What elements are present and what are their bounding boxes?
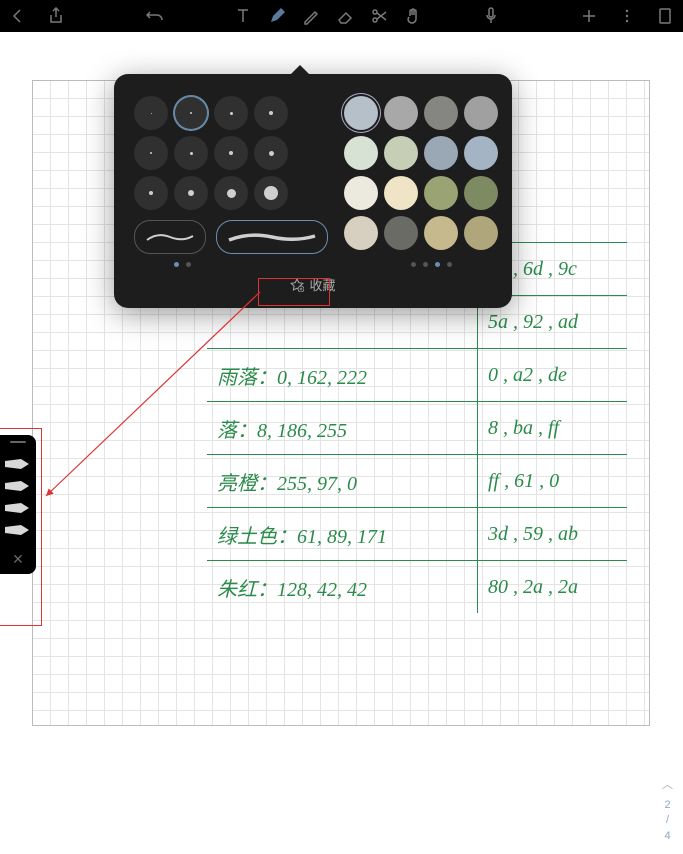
favorite-pen-slot[interactable] [5,497,31,519]
page-current: 2 [662,798,673,813]
table-row: 雨落：0, 162, 2220 , a2 , de [207,349,627,402]
page-dot[interactable] [174,262,179,267]
undo-icon[interactable] [145,6,165,26]
table-row: 绿土色：61, 89, 1713d , 59 , ab [207,508,627,561]
favorite-button[interactable]: 收藏 [134,275,492,294]
color-swatch[interactable] [464,136,498,170]
back-icon[interactable] [8,6,28,26]
table-row: 落：8, 186, 2558 , ba , ff [207,402,627,455]
pen-tool-icon[interactable] [267,6,287,26]
page-dot[interactable] [411,262,416,267]
favorite-pen-slot[interactable] [5,453,31,475]
star-plus-icon [290,278,304,292]
pen-size-option[interactable] [134,136,168,170]
left-page-dots [174,262,191,267]
side-favorites-bar: ✕ [0,435,36,574]
pen-options-popover: 收藏 [114,74,512,308]
eraser-tool-icon[interactable] [335,6,355,26]
chevron-up-icon[interactable]: ︿ [662,778,673,793]
page-sep: / [662,813,673,828]
page-dot[interactable] [186,262,191,267]
color-swatch[interactable] [464,96,498,130]
stroke-style-option[interactable] [216,220,328,254]
color-swatch[interactable] [424,176,458,210]
pen-size-option[interactable] [254,96,288,130]
pen-size-option[interactable] [174,96,208,130]
cell-right: 8 , ba , ff [478,417,627,440]
cell-right: 5a , 92 , ad [478,311,627,334]
cell-left: 亮橙：255, 97, 0 [207,455,478,507]
more-icon[interactable] [617,6,637,26]
cell-right: ff , 61 , 0 [478,470,627,493]
page-total: 4 [662,829,673,844]
page-icon[interactable] [655,6,675,26]
pen-size-option[interactable] [174,176,208,210]
color-swatch[interactable] [384,176,418,210]
side-handle[interactable] [10,441,26,443]
page-dot[interactable] [447,262,452,267]
page-indicator: ︿ 2 / 4 [662,778,673,844]
cell-right: 0 , a2 , de [478,364,627,387]
page-dot[interactable] [435,262,440,267]
favorite-pen-slot[interactable] [5,519,31,541]
color-swatch[interactable] [384,96,418,130]
pen-size-option[interactable] [214,136,248,170]
stroke-style-row [134,220,328,254]
cell-right: 80 , 2a , 2a [478,576,627,599]
cell-left: 朱红：128, 42, 42 [207,561,478,613]
cell-right: 3d , 59 , ab [478,523,627,546]
canvas-area[interactable]: 10 , 6d , 9c5a , 92 , ad雨落：0, 162, 2220 … [0,32,683,854]
stroke-style-option[interactable] [134,220,206,254]
color-swatch[interactable] [344,96,378,130]
color-swatch[interactable] [384,216,418,250]
favorite-pen-slot[interactable] [5,475,31,497]
cell-left: 落：8, 186, 255 [207,402,478,454]
color-swatch[interactable] [344,216,378,250]
pen-size-option[interactable] [174,136,208,170]
color-swatch[interactable] [344,176,378,210]
mic-icon[interactable] [481,6,501,26]
cell-left: 雨落：0, 162, 222 [207,349,478,401]
share-icon[interactable] [46,6,66,26]
close-icon[interactable]: ✕ [12,551,24,568]
table-row: 朱红：128, 42, 4280 , 2a , 2a [207,561,627,613]
highlighter-tool-icon[interactable] [301,6,321,26]
color-swatch[interactable] [424,136,458,170]
hand-tool-icon[interactable] [403,6,423,26]
color-swatch[interactable] [424,216,458,250]
text-tool-icon[interactable] [233,6,253,26]
page-dot[interactable] [423,262,428,267]
top-toolbar [0,0,683,32]
pen-size-option[interactable] [254,136,288,170]
color-swatch[interactable] [464,216,498,250]
table-row: 亮橙：255, 97, 0ff , 61 , 0 [207,455,627,508]
color-swatch[interactable] [344,136,378,170]
color-swatch[interactable] [424,96,458,130]
pen-size-grid [134,96,328,210]
color-swatch[interactable] [384,136,418,170]
scissors-icon[interactable] [369,6,389,26]
color-swatch[interactable] [464,176,498,210]
pen-size-option[interactable] [134,96,168,130]
pen-size-option[interactable] [254,176,288,210]
favorite-label: 收藏 [309,275,335,294]
plus-icon[interactable] [579,6,599,26]
pen-size-option[interactable] [134,176,168,210]
color-swatch-grid [344,96,498,254]
pen-size-option[interactable] [214,176,248,210]
pen-size-option[interactable] [214,96,248,130]
right-page-dots [411,262,452,267]
cell-left: 绿土色：61, 89, 171 [207,508,478,560]
